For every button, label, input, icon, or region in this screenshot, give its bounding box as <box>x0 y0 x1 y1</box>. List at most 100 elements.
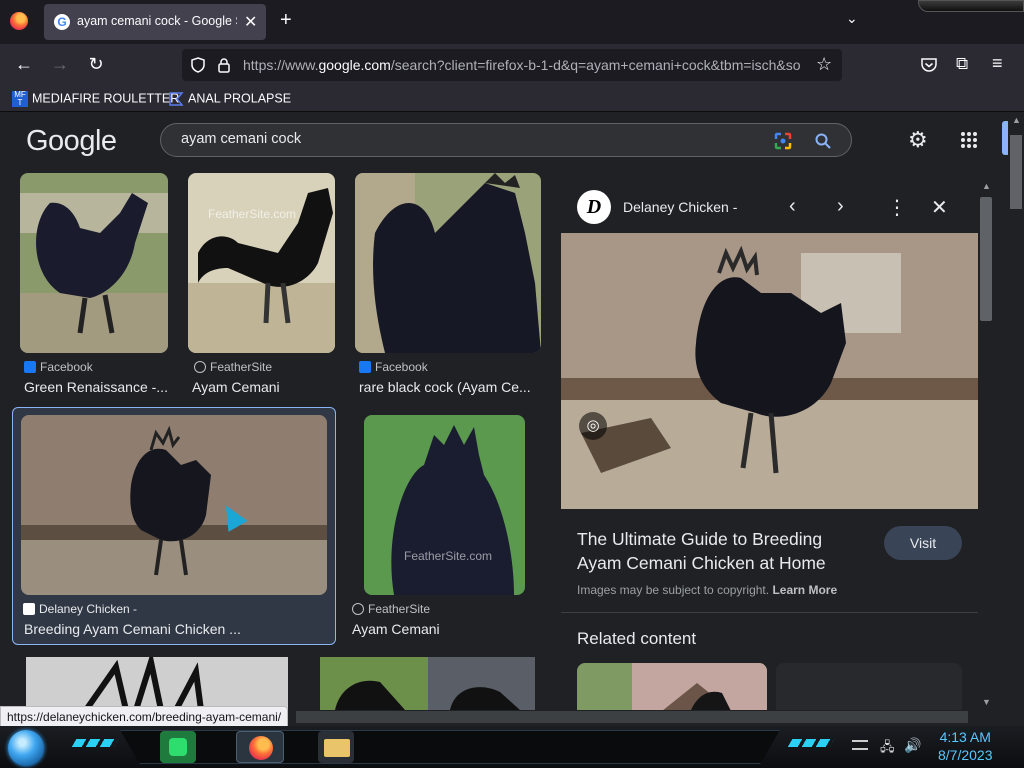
globe-icon <box>352 603 364 615</box>
result-source: FeatherSite <box>194 360 272 374</box>
result-source: Facebook <box>359 360 428 374</box>
google-apps-icon[interactable] <box>960 131 978 149</box>
url-path: /search?client=firefox-b-1-d&q=ayam+cema… <box>390 57 801 73</box>
firefox-menu-icon[interactable] <box>10 12 28 30</box>
preview-image[interactable] <box>561 233 978 509</box>
clock-date: 8/7/2023 <box>938 747 993 763</box>
result-caption[interactable]: Ayam Cemani <box>192 379 336 395</box>
window-controls[interactable] <box>918 0 1024 12</box>
visual-search-icon[interactable]: ◎ <box>579 412 607 440</box>
result-thumbnail[interactable] <box>21 415 327 595</box>
image-result-selected[interactable]: Delaney Chicken - Breeding Ayam Cemani C… <box>12 407 336 645</box>
more-options-icon[interactable]: ⋮ <box>887 195 907 220</box>
back-arrow-icon[interactable]: ← <box>12 54 36 75</box>
result-source-text: Facebook <box>375 360 428 374</box>
image-preview-panel: D Delaney Chicken - ‹ › ⋮ ✕ ◎ The Ultima… <box>561 181 978 710</box>
close-panel-icon[interactable]: ✕ <box>931 195 948 220</box>
url-host: google.com <box>318 57 391 73</box>
start-orb-icon[interactable] <box>8 730 44 766</box>
tab-title: ayam cemani cock - Google Se <box>77 14 237 28</box>
tab-strip: G ayam cemani cock - Google Se ✕ + ⌄ <box>0 0 1024 44</box>
panel-header: D Delaney Chicken - ‹ › ⋮ ✕ <box>561 181 978 233</box>
panel-source[interactable]: Delaney Chicken - <box>623 199 737 215</box>
bookmarks-toolbar: MF T MEDIAFIRE ROULETTER ANAL PROLAPSE <box>0 86 1024 112</box>
taskbar: 🖧 🔊 4:13 AM 8/7/2023 <box>0 726 1024 768</box>
bookmark-label: MEDIAFIRE ROULETTER <box>32 91 180 106</box>
scroll-up-icon[interactable]: ▲ <box>982 181 991 191</box>
horizontal-scrollbar[interactable] <box>296 711 968 723</box>
search-icon[interactable] <box>814 132 832 150</box>
globe-icon <box>194 361 206 373</box>
result-caption[interactable]: Ayam Cemani <box>352 621 542 637</box>
show-hidden-icons-icon[interactable] <box>852 740 868 750</box>
result-source-text: Delaney Chicken - <box>39 602 138 616</box>
result-thumbnail[interactable]: FeatherSite.com <box>188 173 335 353</box>
clock[interactable]: 4:13 AM 8/7/2023 <box>938 728 993 764</box>
bookmark-mediafire[interactable]: MF T MEDIAFIRE ROULETTER <box>12 91 179 107</box>
panel-scroll-thumb[interactable] <box>980 197 992 321</box>
copyright-notice: Images may be subject to copyright. Lear… <box>577 583 837 597</box>
page-scroll-thumb[interactable] <box>1010 135 1022 209</box>
bookmark-folder-2[interactable]: ANAL PROLAPSE <box>168 91 291 107</box>
shield-icon[interactable] <box>190 57 206 73</box>
reload-icon[interactable]: ↻ <box>84 54 108 75</box>
network-icon[interactable]: 🖧 <box>880 738 895 760</box>
related-thumbnail-placeholder[interactable] <box>776 663 962 710</box>
delaney-logo[interactable]: D <box>577 190 611 224</box>
result-thumbnail[interactable] <box>26 657 288 710</box>
result-thumbnail[interactable]: FeatherSite.com <box>364 415 525 595</box>
taskbar-app-tray <box>120 730 780 764</box>
search-input[interactable] <box>181 131 741 147</box>
google-lens-icon[interactable] <box>773 131 793 151</box>
result-thumbnail[interactable] <box>355 173 541 353</box>
pocket-icon[interactable] <box>920 56 938 74</box>
delaney-icon <box>23 603 35 615</box>
hamburger-menu-icon[interactable]: ≡ <box>992 53 1003 74</box>
learn-more-link[interactable]: Learn More <box>772 583 837 597</box>
result-thumbnail[interactable] <box>20 173 168 353</box>
image-result[interactable]: Facebook Green Renaissance -... <box>20 173 168 398</box>
file-explorer-icon[interactable] <box>318 731 354 763</box>
list-all-tabs-icon[interactable]: ⌄ <box>846 10 858 27</box>
scroll-down-icon[interactable]: ▼ <box>982 697 991 707</box>
google-favicon-icon: G <box>54 14 70 30</box>
tab-google-search[interactable]: G ayam cemani cock - Google Se ✕ <box>44 4 266 40</box>
related-content-heading: Related content <box>577 629 697 648</box>
image-result[interactable]: FeatherSite.com FeatherSite Ayam Cemani <box>352 415 542 640</box>
forward-arrow-icon[interactable]: → <box>48 54 72 75</box>
taskbar-decoration <box>71 739 119 747</box>
related-thumbnail[interactable] <box>577 663 767 710</box>
notes-app-icon[interactable] <box>160 731 196 763</box>
result-caption[interactable]: Breeding Ayam Cemani Chicken ... <box>24 621 329 637</box>
scroll-up-icon[interactable]: ▲ <box>1012 115 1021 125</box>
bookmark-star-icon[interactable]: ☆ <box>816 54 832 75</box>
firefox-icon <box>249 736 273 760</box>
result-thumbnail[interactable] <box>320 657 535 710</box>
image-result[interactable]: Facebook rare black cock (Ayam Ce... <box>355 173 541 398</box>
panel-title[interactable]: The Ultimate Guide to Breeding Ayam Cema… <box>577 527 867 575</box>
previous-chevron-icon[interactable]: ‹ <box>789 195 796 218</box>
new-tab-button[interactable]: + <box>280 9 292 32</box>
visit-button[interactable]: Visit <box>884 526 962 560</box>
taskbar-decoration <box>787 739 835 747</box>
result-source: FeatherSite <box>352 602 430 616</box>
clock-time: 4:13 AM <box>939 729 991 745</box>
lock-icon[interactable] <box>217 57 231 73</box>
google-logo[interactable]: Google <box>26 125 117 158</box>
page-scrollbar[interactable]: ▲ <box>1008 113 1024 710</box>
next-chevron-icon[interactable]: › <box>837 195 844 218</box>
search-box[interactable] <box>160 123 852 157</box>
firefox-taskbar-icon[interactable] <box>236 731 284 763</box>
result-caption[interactable]: Green Renaissance -... <box>24 379 168 395</box>
close-tab-icon[interactable]: ✕ <box>244 12 257 32</box>
extensions-icon[interactable]: ⧉ <box>956 54 968 74</box>
url-bar[interactable]: https://www.google.com/search?client=fir… <box>182 49 842 81</box>
url-text[interactable]: https://www.google.com/search?client=fir… <box>243 57 813 73</box>
mediafire-icon: MF T <box>12 91 28 107</box>
result-source-text: FeatherSite <box>210 360 273 374</box>
result-source: Facebook <box>24 360 93 374</box>
settings-gear-icon[interactable]: ⚙ <box>908 127 928 153</box>
volume-icon[interactable]: 🔊 <box>904 737 921 754</box>
result-caption[interactable]: rare black cock (Ayam Ce... <box>359 379 541 395</box>
image-result[interactable]: FeatherSite.com FeatherSite Ayam Cemani <box>188 173 336 398</box>
